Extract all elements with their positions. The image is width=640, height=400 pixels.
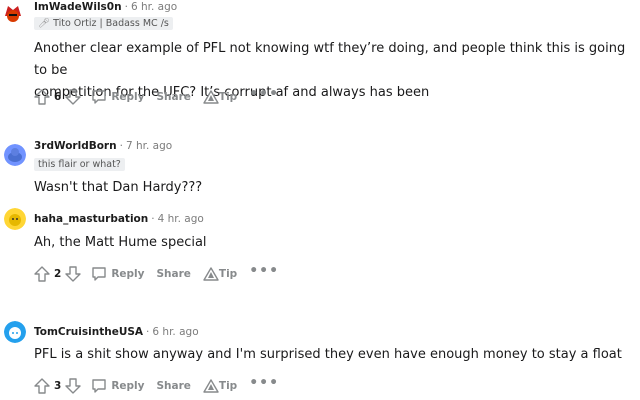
- microphone-icon: 🎤︎: [38, 18, 51, 29]
- comment-actions: 3 Reply Share Tip •••: [34, 375, 291, 396]
- comment-meta: 3rdWorldBorn · 7 hr. ago: [34, 140, 172, 152]
- comment-bubble-icon: [91, 266, 107, 282]
- more-options-button[interactable]: •••: [249, 375, 279, 391]
- user-flair: 🎤︎ Tito Ortiz | Badass MC /s: [34, 17, 173, 30]
- vote-count: 3: [54, 380, 62, 392]
- share-label: Share: [156, 380, 191, 392]
- share-button[interactable]: Share: [156, 268, 190, 280]
- flair-text: this flair or what?: [38, 159, 121, 170]
- downvote-icon[interactable]: [65, 378, 82, 394]
- separator: ·: [151, 213, 155, 225]
- flair-text: Tito Ortiz | Badass MC /s: [53, 18, 169, 29]
- tip-icon: [203, 89, 219, 105]
- share-label: Share: [156, 268, 191, 280]
- downvote-icon[interactable]: [65, 89, 82, 105]
- comment-body: Wasn't that Dan Hardy???: [34, 177, 634, 199]
- comment-bubble-icon: [91, 89, 107, 105]
- username[interactable]: haha_masturbation: [34, 213, 148, 225]
- comment-body-line: Another clear example of PFL not knowing…: [34, 41, 626, 78]
- comment-body: PFL is a shit show anyway and I'm surpri…: [34, 344, 634, 366]
- more-options-button[interactable]: •••: [249, 86, 279, 102]
- comment-body-line: Wasn't that Dan Hardy???: [34, 180, 203, 195]
- avatar[interactable]: [2, 2, 24, 24]
- more-options-button[interactable]: •••: [249, 263, 279, 279]
- comment-body-line: Ah, the Matt Hume special: [34, 235, 207, 250]
- timestamp[interactable]: 7 hr. ago: [126, 140, 172, 152]
- vote-group: 3: [34, 378, 82, 394]
- timestamp[interactable]: 6 hr. ago: [152, 326, 198, 338]
- separator: ·: [124, 1, 128, 13]
- separator: ·: [119, 140, 123, 152]
- comment-actions: 6 Reply Share Tip •••: [34, 86, 291, 107]
- downvote-icon[interactable]: [65, 266, 82, 282]
- comment-meta: haha_masturbation · 4 hr. ago: [34, 213, 204, 225]
- avatar[interactable]: [4, 321, 26, 343]
- username[interactable]: 3rdWorldBorn: [34, 140, 117, 152]
- upvote-icon[interactable]: [34, 378, 50, 394]
- username[interactable]: TomCruisintheUSA: [34, 326, 143, 338]
- tip-label: Tip: [218, 91, 238, 103]
- vote-group: 6: [34, 89, 82, 105]
- tip-icon: [203, 266, 219, 282]
- tip-button[interactable]: Tip: [203, 89, 237, 105]
- tip-button[interactable]: Tip: [203, 266, 237, 282]
- upvote-icon[interactable]: [34, 266, 50, 282]
- share-button[interactable]: Share: [156, 91, 190, 103]
- comment-body: Ah, the Matt Hume special: [34, 232, 634, 254]
- upvote-icon[interactable]: [34, 89, 50, 105]
- reply-label: Reply: [111, 268, 145, 280]
- tip-icon: [203, 378, 219, 394]
- reply-button[interactable]: Reply: [91, 378, 144, 394]
- tip-label: Tip: [218, 268, 238, 280]
- tip-button[interactable]: Tip: [203, 378, 237, 394]
- reply-button[interactable]: Reply: [91, 266, 144, 282]
- reply-button[interactable]: Reply: [91, 89, 144, 105]
- tip-label: Tip: [218, 380, 238, 392]
- comment-body-line: PFL is a shit show anyway and I'm surpri…: [34, 347, 622, 362]
- username[interactable]: ImWadeWils0n: [34, 1, 122, 13]
- vote-count: 2: [54, 268, 62, 280]
- user-flair: this flair or what?: [34, 158, 125, 171]
- avatar[interactable]: [4, 144, 26, 166]
- share-label: Share: [156, 91, 191, 103]
- avatar[interactable]: [4, 208, 26, 230]
- comment-bubble-icon: [91, 378, 107, 394]
- comment-meta: ImWadeWils0n · 6 hr. ago: [34, 1, 177, 13]
- comment-meta: TomCruisintheUSA · 6 hr. ago: [34, 326, 199, 338]
- separator: ·: [146, 326, 150, 338]
- reply-label: Reply: [111, 380, 145, 392]
- timestamp[interactable]: 6 hr. ago: [131, 1, 177, 13]
- reply-label: Reply: [111, 91, 145, 103]
- comment-actions: 2 Reply Share Tip •••: [34, 263, 291, 284]
- vote-count: 6: [54, 91, 62, 103]
- vote-group: 2: [34, 266, 82, 282]
- timestamp[interactable]: 4 hr. ago: [158, 213, 204, 225]
- share-button[interactable]: Share: [156, 380, 190, 392]
